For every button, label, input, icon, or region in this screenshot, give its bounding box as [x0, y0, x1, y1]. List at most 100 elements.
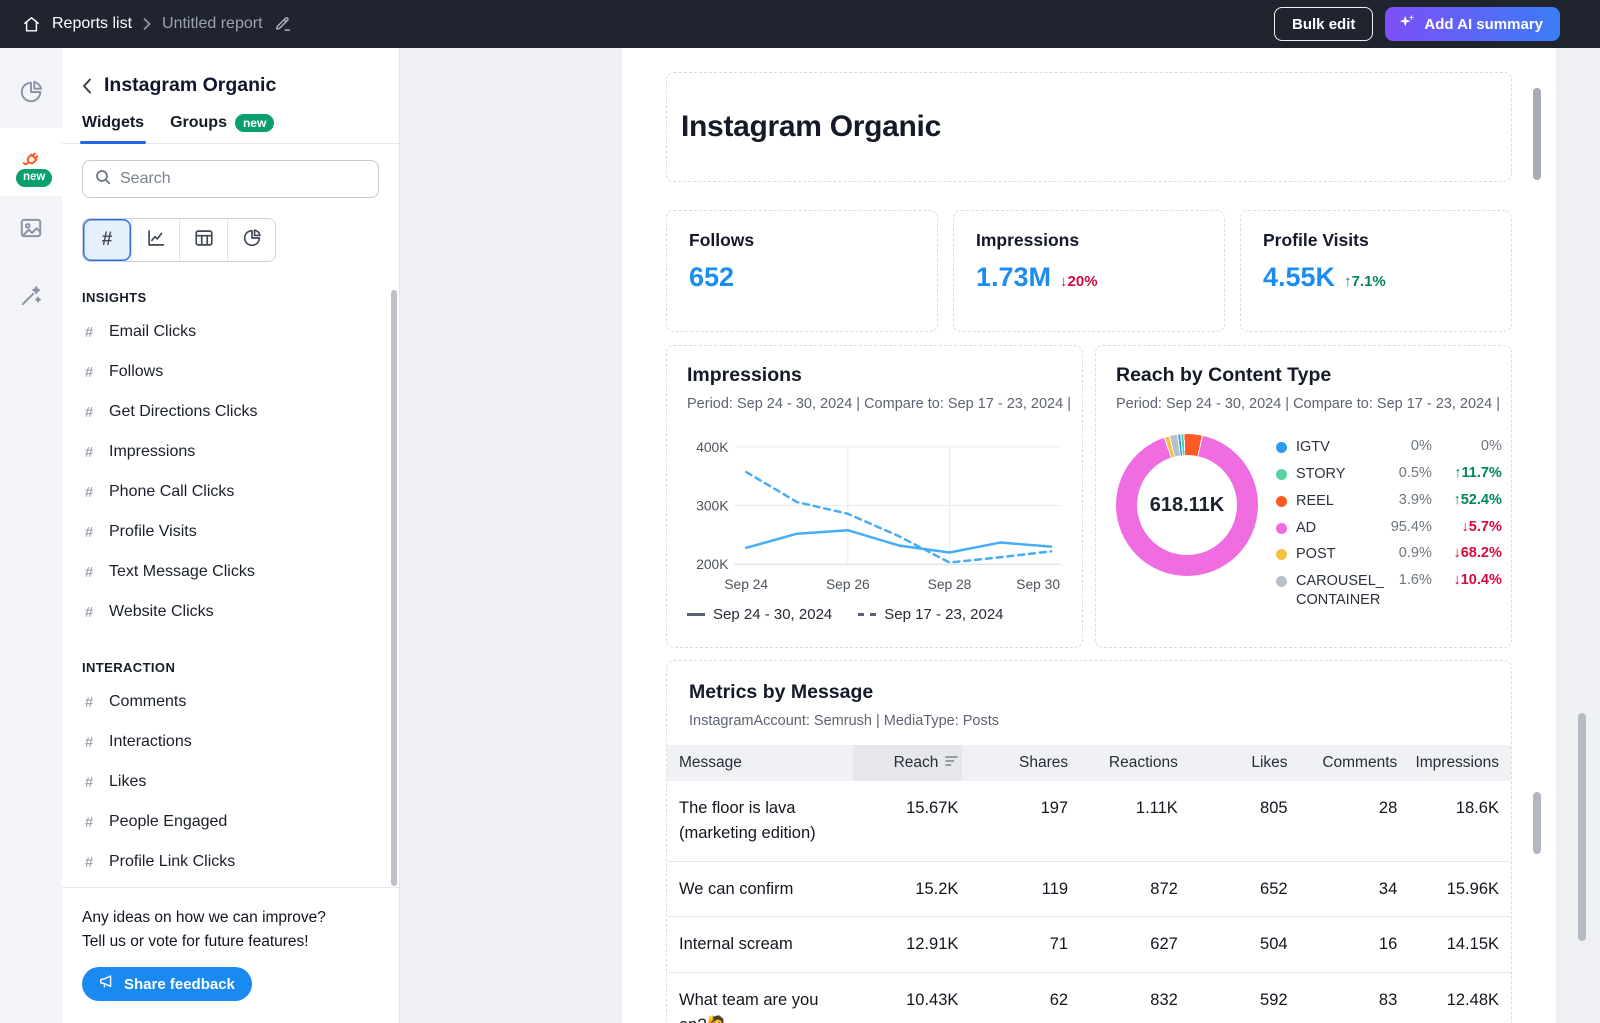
bulk-edit-button[interactable]: Bulk edit	[1274, 7, 1373, 41]
reach-by-content-type-widget[interactable]: Reach by Content Type Period: Sep 24 - 3…	[1095, 345, 1512, 648]
breadcrumb-reports-list[interactable]: Reports list	[52, 15, 132, 33]
metrics-by-message-widget[interactable]: Metrics by Message InstagramAccount: Sem…	[666, 660, 1512, 1023]
column-header-reach[interactable]: Reach	[853, 745, 963, 781]
tab-widgets[interactable]: Widgets	[82, 114, 144, 143]
share-feedback-button[interactable]: Share feedback	[82, 967, 252, 1001]
kpi-card[interactable]: Impressions1.73M↓20%	[953, 210, 1225, 332]
legend-row: AD95.4%↓5.7%	[1276, 515, 1502, 542]
widget-panel: Instagram Organic Widgets Groups new #	[62, 48, 400, 1023]
widget-list-item[interactable]: #Comments	[82, 682, 379, 722]
table-row[interactable]: What team are you on?🙋10.43K628325928312…	[667, 973, 1511, 1023]
number-widget-icon: #	[82, 324, 96, 341]
column-header-label: Shares	[1019, 754, 1068, 772]
legend-row: IGTV0%0%	[1276, 434, 1502, 461]
legend-change: ↓10.4%	[1432, 572, 1502, 588]
table-widget-button[interactable]	[179, 219, 227, 261]
column-header-likes[interactable]: Likes	[1182, 745, 1292, 781]
kpi-value: 1.73M	[976, 262, 1051, 293]
table-row[interactable]: The floor is lava (marketing edition)15.…	[667, 781, 1511, 861]
feedback-line1: Any ideas on how we can improve?	[82, 906, 379, 930]
value-cell: 652	[1182, 861, 1292, 917]
legend-share: 1.6%	[1384, 572, 1432, 588]
column-header-reactions[interactable]: Reactions	[1072, 745, 1182, 781]
column-header-impressions[interactable]: Impressions	[1401, 745, 1511, 781]
widget-list-item[interactable]: #Likes	[82, 762, 379, 802]
widget-list-item[interactable]: #People Engaged	[82, 802, 379, 842]
rail-item-media[interactable]	[0, 196, 62, 264]
widget-list-item[interactable]: #Website Clicks	[82, 592, 379, 632]
chevron-right-icon	[143, 18, 151, 30]
feedback-line2: Tell us or vote for future features!	[82, 930, 379, 954]
number-widget-button[interactable]: #	[83, 219, 131, 261]
value-cell: 805	[1182, 781, 1292, 861]
page-scrollbar[interactable]	[1533, 88, 1541, 180]
home-icon[interactable]	[22, 15, 41, 34]
breadcrumb: Reports list Untitled report	[22, 15, 292, 34]
impressions-line-chart: 400K300K200KSep 24Sep 26Sep 28Sep 30	[687, 418, 1062, 600]
value-cell: 15.2K	[853, 861, 963, 917]
widget-label: Follows	[109, 363, 163, 381]
reach-donut-chart: 618.11K	[1116, 434, 1258, 576]
legend-change: ↓68.2%	[1432, 545, 1502, 561]
widget-list-item[interactable]: #Follows	[82, 352, 379, 392]
legend-label: POST	[1296, 545, 1384, 564]
table-scrollbar[interactable]	[1533, 792, 1541, 854]
rail-item-ai-tools[interactable]	[0, 264, 62, 332]
number-widget-icon: #	[82, 564, 96, 581]
kpi-card[interactable]: Follows652	[666, 210, 938, 332]
new-badge: new	[235, 114, 274, 132]
kpi-card[interactable]: Profile Visits4.55K↑7.1%	[1240, 210, 1512, 332]
widget-list-item[interactable]: #Impressions	[82, 432, 379, 472]
table-row[interactable]: Internal scream12.91K716275041614.15K	[667, 917, 1511, 973]
search-box[interactable]	[82, 160, 379, 198]
column-header-label: Message	[679, 754, 742, 772]
widget-list-item[interactable]: #Profile Visits	[82, 512, 379, 552]
table-row[interactable]: We can confirm15.2K1198726523415.96K	[667, 861, 1511, 917]
rail-item-reports[interactable]	[0, 60, 62, 128]
widget-list-item[interactable]: #Text Message Clicks	[82, 552, 379, 592]
report-title-widget[interactable]: Instagram Organic	[666, 72, 1512, 182]
legend-row: STORY0.5%↑11.7%	[1276, 461, 1502, 488]
value-cell: 10.43K	[853, 973, 963, 1023]
value-cell: 28	[1292, 781, 1402, 861]
column-header-shares[interactable]: Shares	[962, 745, 1072, 781]
legend-row: REEL3.9%↑52.4%	[1276, 488, 1502, 515]
column-header-message[interactable]: Message	[667, 745, 853, 781]
solid-line-marker	[687, 613, 705, 616]
number-widget-icon: #	[82, 524, 96, 541]
column-header-comments[interactable]: Comments	[1292, 745, 1402, 781]
impressions-chart-widget[interactable]: Impressions Period: Sep 24 - 30, 2024 | …	[666, 345, 1083, 648]
sparkles-icon	[1398, 13, 1416, 35]
back-chevron-icon[interactable]	[82, 78, 92, 94]
legend-share: 0.5%	[1384, 465, 1432, 481]
line-chart-widget-button[interactable]	[131, 219, 179, 261]
number-widget-icon: #	[82, 404, 96, 421]
widget-list-item[interactable]: #Get Directions Clicks	[82, 392, 379, 432]
window-scrollbar[interactable]	[1578, 713, 1586, 941]
svg-text:Sep 30: Sep 30	[1016, 576, 1060, 592]
left-rail: new	[0, 48, 62, 1023]
number-widget-icon: #	[82, 774, 96, 791]
widget-list-item[interactable]: #Profile Link Clicks	[82, 842, 379, 882]
panel-scrollbar[interactable]	[391, 290, 397, 886]
pie-chart-widget-button[interactable]	[227, 219, 275, 261]
report-title: Instagram Organic	[681, 110, 941, 144]
column-header-label: Reach	[894, 754, 959, 772]
kpi-label: Follows	[689, 230, 915, 251]
add-ai-summary-button[interactable]: Add AI summary	[1385, 7, 1560, 41]
search-input[interactable]	[120, 170, 366, 188]
legend-change: 0%	[1432, 438, 1502, 454]
legend-dot	[1276, 576, 1287, 587]
tab-groups[interactable]: Groups new	[170, 114, 274, 143]
edit-pencil-icon[interactable]	[274, 15, 292, 33]
widget-list-item[interactable]: #Email Clicks	[82, 312, 379, 352]
value-cell: 34	[1292, 861, 1402, 917]
rail-item-integrations[interactable]: new	[0, 128, 62, 196]
legend-dot	[1276, 469, 1287, 480]
legend-dot	[1276, 496, 1287, 507]
widget-list-item[interactable]: #Interactions	[82, 722, 379, 762]
widget-list-item[interactable]: #Phone Call Clicks	[82, 472, 379, 512]
svg-text:Sep 28: Sep 28	[928, 576, 972, 592]
table-icon	[193, 227, 215, 254]
legend-share: 3.9%	[1384, 492, 1432, 508]
